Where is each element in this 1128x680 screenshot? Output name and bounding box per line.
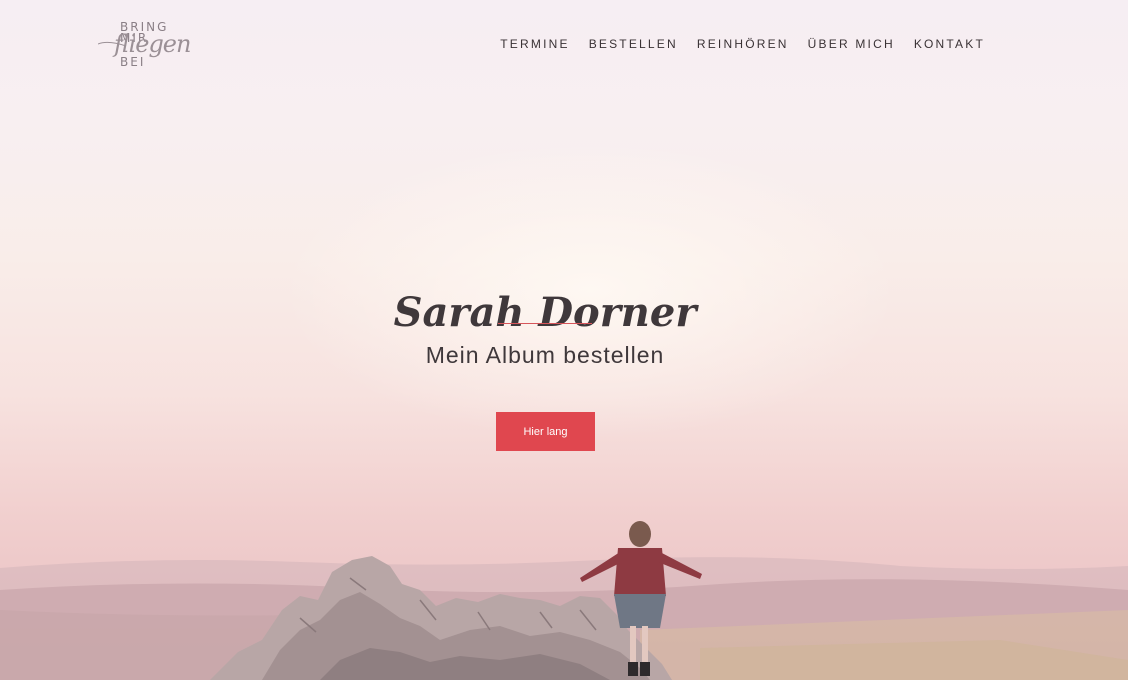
logo-swash-icon [98,41,127,47]
nav-item-kontakt[interactable]: KONTAKT [914,37,985,51]
nav-item-ueber-mich[interactable]: ÜBER MICH [808,37,895,51]
site-logo[interactable]: BRING MIR fliegen BEI [98,18,208,72]
hero-subtitle: Mein Album bestellen [425,342,665,368]
hero-section [0,0,1128,680]
logo-text-bei: BEI [120,55,146,69]
nav-item-bestellen[interactable]: BESTELLEN [589,37,678,51]
title-divider [498,323,592,324]
main-navigation: TERMINE BESTELLEN REINHÖREN ÜBER MICH KO… [500,37,985,51]
nav-item-termine[interactable]: TERMINE [500,37,569,51]
hero-title: Sarah Dorner [393,288,697,336]
nav-item-reinhoeren[interactable]: REINHÖREN [697,37,789,51]
hier-lang-button[interactable]: Hier lang [496,412,595,451]
hero-background-image [0,521,1128,680]
